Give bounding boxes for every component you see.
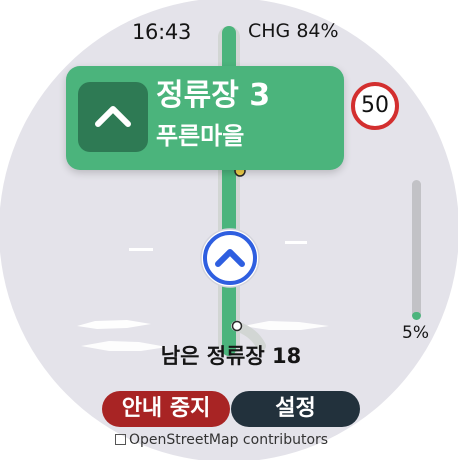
battery-status: CHG 84% xyxy=(248,20,339,42)
settings-button[interactable]: 설정 xyxy=(231,391,360,427)
route-progress-fill xyxy=(412,312,421,320)
map-road xyxy=(285,241,307,244)
map-road xyxy=(77,320,151,329)
speed-limit-value: 50 xyxy=(361,93,389,118)
copyright-icon xyxy=(115,434,126,445)
next-stop-card[interactable]: 정류장 3 푸른마을 xyxy=(66,66,344,170)
bus-stop-marker[interactable] xyxy=(231,320,243,332)
current-location-arrow-icon[interactable] xyxy=(198,226,262,290)
map-attribution-text: OpenStreetMap contributors xyxy=(129,432,329,448)
stop-guidance-button[interactable]: 안내 중지 xyxy=(102,391,230,427)
map-attribution[interactable]: OpenStreetMap contributors xyxy=(115,432,328,448)
clock-time: 16:43 xyxy=(132,20,192,44)
route-progress-bar xyxy=(412,180,421,320)
next-stop-area: 푸른마을 xyxy=(156,122,245,150)
speed-limit-sign: 50 xyxy=(351,82,399,130)
direction-badge xyxy=(78,82,148,152)
status-bar: 16:43 CHG 84% xyxy=(0,20,458,46)
next-stop-name: 정류장 3 xyxy=(156,78,271,113)
straight-arrow-up-icon xyxy=(95,106,131,127)
map-road xyxy=(243,321,329,330)
watch-screen: 16:43 CHG 84% 정류장 3 푸른마을 50 5% 남은 정류장 18… xyxy=(0,0,458,460)
map-road xyxy=(129,248,153,251)
remaining-stops: 남은 정류장 18 xyxy=(160,344,302,368)
